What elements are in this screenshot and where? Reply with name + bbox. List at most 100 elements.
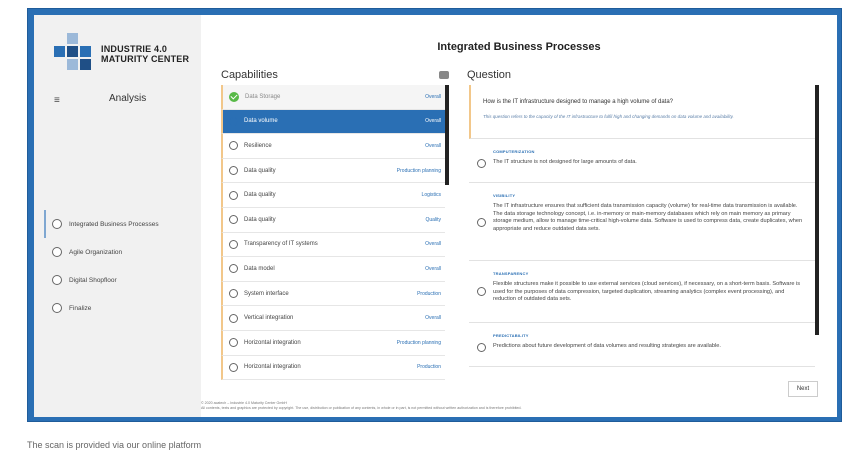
checkmark-icon xyxy=(229,91,239,102)
radio-icon xyxy=(52,247,62,257)
capability-item[interactable]: Data quality Logistics xyxy=(221,183,445,208)
capability-item[interactable]: Data quality Quality xyxy=(221,207,445,233)
capability-tag: Production planning xyxy=(396,167,441,174)
main-content: Integrated Business Processes Capabiliti… xyxy=(201,15,837,417)
option-text: Flexible structures make it possible to … xyxy=(493,281,801,303)
capability-name: Data quality xyxy=(244,192,276,199)
capability-name: System interface xyxy=(244,290,289,297)
radio-icon[interactable] xyxy=(477,218,486,227)
sidebar-item-finalize[interactable]: Finalize xyxy=(44,294,201,322)
radio-icon xyxy=(229,313,238,323)
question-panel: How is the IT infrastructure designed to… xyxy=(469,85,815,375)
capability-item[interactable]: Data model Overall xyxy=(221,257,445,282)
capability-name: Horizontal integration xyxy=(244,339,301,346)
screenshot-frame: INDUSTRIE 4.0 MATURITY CENTER ≡ Analysis… xyxy=(27,8,842,422)
radio-icon xyxy=(52,275,62,285)
capability-tag: Production xyxy=(417,364,441,371)
radio-icon xyxy=(229,264,238,274)
answer-option[interactable]: TRANSPARENCY Flexible structures make it… xyxy=(469,261,815,323)
sidebar-item-label: Digital Shopfloor xyxy=(69,276,117,284)
capability-name: Data quality xyxy=(244,167,276,174)
answer-option[interactable]: VISIBILITY The IT infrastructure ensures… xyxy=(469,183,815,261)
capability-name: Horizontal integration xyxy=(244,364,301,371)
capability-item[interactable]: Transparency of IT systems Overall xyxy=(221,232,445,258)
question-text: How is the IT infrastructure designed to… xyxy=(483,99,673,105)
logo-line-1: INDUSTRIE 4.0 xyxy=(101,44,168,54)
radio-icon xyxy=(229,362,238,372)
section-title: Analysis xyxy=(109,93,147,104)
radio-icon xyxy=(229,239,238,249)
capability-name: Vertical integration xyxy=(244,315,294,322)
sidebar-nav: Integrated Business Processes Agile Orga… xyxy=(44,210,201,322)
caption: The scan is provided via our online plat… xyxy=(27,440,202,450)
capability-item[interactable]: Horizontal integration Production xyxy=(221,355,445,381)
question-heading: Question xyxy=(467,69,512,81)
capability-tag: Production planning xyxy=(396,339,441,346)
question-scrollbar[interactable] xyxy=(815,85,819,335)
capability-item[interactable]: Data volume Overall xyxy=(221,109,445,135)
question-box: How is the IT infrastructure designed to… xyxy=(469,85,815,139)
radio-icon xyxy=(229,166,238,176)
logo: INDUSTRIE 4.0 MATURITY CENTER xyxy=(54,33,194,73)
radio-icon xyxy=(229,116,238,126)
radio-icon xyxy=(52,219,62,229)
capabilities-scrollbar[interactable] xyxy=(445,85,449,185)
radio-icon xyxy=(229,338,238,348)
next-button[interactable]: Next xyxy=(788,381,818,397)
copyright-footer: © 2020 acatech – Industrie 4.0 Maturity … xyxy=(201,401,522,411)
capability-tag: Logistics xyxy=(421,192,441,199)
footer-line-2: All contents, texts and graphics are pro… xyxy=(201,406,522,410)
sidebar-item-label: Integrated Business Processes xyxy=(69,220,159,228)
option-category: TRANSPARENCY xyxy=(493,271,529,276)
sidebar: INDUSTRIE 4.0 MATURITY CENTER ≡ Analysis… xyxy=(34,15,201,417)
option-category: VISIBILITY xyxy=(493,193,516,198)
capability-item[interactable]: Data Storage Overall xyxy=(221,85,445,110)
capability-name: Data quality xyxy=(244,216,276,223)
radio-icon xyxy=(229,289,238,299)
capability-tag: Overall xyxy=(425,315,441,322)
logo-mark-icon xyxy=(54,33,92,71)
sidebar-item-digital-shopfloor[interactable]: Digital Shopfloor xyxy=(44,266,201,294)
answer-option[interactable]: PREDICTABILITY Predictions about future … xyxy=(469,323,815,367)
capability-tag: Overall xyxy=(425,118,441,125)
sidebar-item-label: Agile Organization xyxy=(69,248,123,256)
radio-icon[interactable] xyxy=(477,343,486,352)
collapse-icon[interactable] xyxy=(439,71,449,79)
radio-icon xyxy=(229,190,238,200)
capability-name: Transparency of IT systems xyxy=(244,241,318,248)
menu-icon[interactable]: ≡ xyxy=(54,95,60,106)
capability-item[interactable]: Horizontal integration Production planni… xyxy=(221,330,445,356)
radio-icon xyxy=(229,141,238,151)
sidebar-item-integrated-business-processes[interactable]: Integrated Business Processes xyxy=(44,210,201,238)
radio-icon xyxy=(229,215,238,225)
answer-option[interactable]: COMPUTERIZATION The IT structure is not … xyxy=(469,139,815,183)
capability-name: Resilience xyxy=(244,142,272,149)
page-title: Integrated Business Processes xyxy=(437,41,601,53)
capability-item[interactable]: Resilience Overall xyxy=(221,134,445,159)
capability-item[interactable]: Data quality Production planning xyxy=(221,158,445,184)
sidebar-item-agile-organization[interactable]: Agile Organization xyxy=(44,238,201,266)
logo-text: INDUSTRIE 4.0 MATURITY CENTER xyxy=(101,44,189,64)
capability-tag: Overall xyxy=(425,142,441,149)
radio-icon xyxy=(52,303,62,313)
capabilities-heading: Capabilities xyxy=(221,69,278,81)
capability-name: Data Storage xyxy=(245,93,281,100)
capabilities-list: Data Storage Overall Data volume Overall… xyxy=(221,85,445,381)
capability-tag: Overall xyxy=(425,93,441,100)
question-subtext: This question refers to the capacity of … xyxy=(483,114,734,119)
capability-item[interactable]: Vertical integration Overall xyxy=(221,306,445,331)
option-category: PREDICTABILITY xyxy=(493,333,529,338)
option-text: The IT infrastructure ensures that suffi… xyxy=(493,203,803,232)
option-text: The IT structure is not designed for lar… xyxy=(493,159,637,165)
radio-icon[interactable] xyxy=(477,287,486,296)
capability-tag: Overall xyxy=(425,265,441,272)
option-text: Predictions about future development of … xyxy=(493,343,721,349)
capability-item[interactable]: System interface Production xyxy=(221,281,445,307)
radio-icon[interactable] xyxy=(477,159,486,168)
capability-name: Data volume xyxy=(244,118,278,125)
sidebar-item-label: Finalize xyxy=(69,304,92,312)
capability-tag: Quality xyxy=(425,216,441,223)
app-window: INDUSTRIE 4.0 MATURITY CENTER ≡ Analysis… xyxy=(34,15,837,417)
capability-tag: Overall xyxy=(425,241,441,248)
logo-line-2: MATURITY CENTER xyxy=(101,54,190,64)
